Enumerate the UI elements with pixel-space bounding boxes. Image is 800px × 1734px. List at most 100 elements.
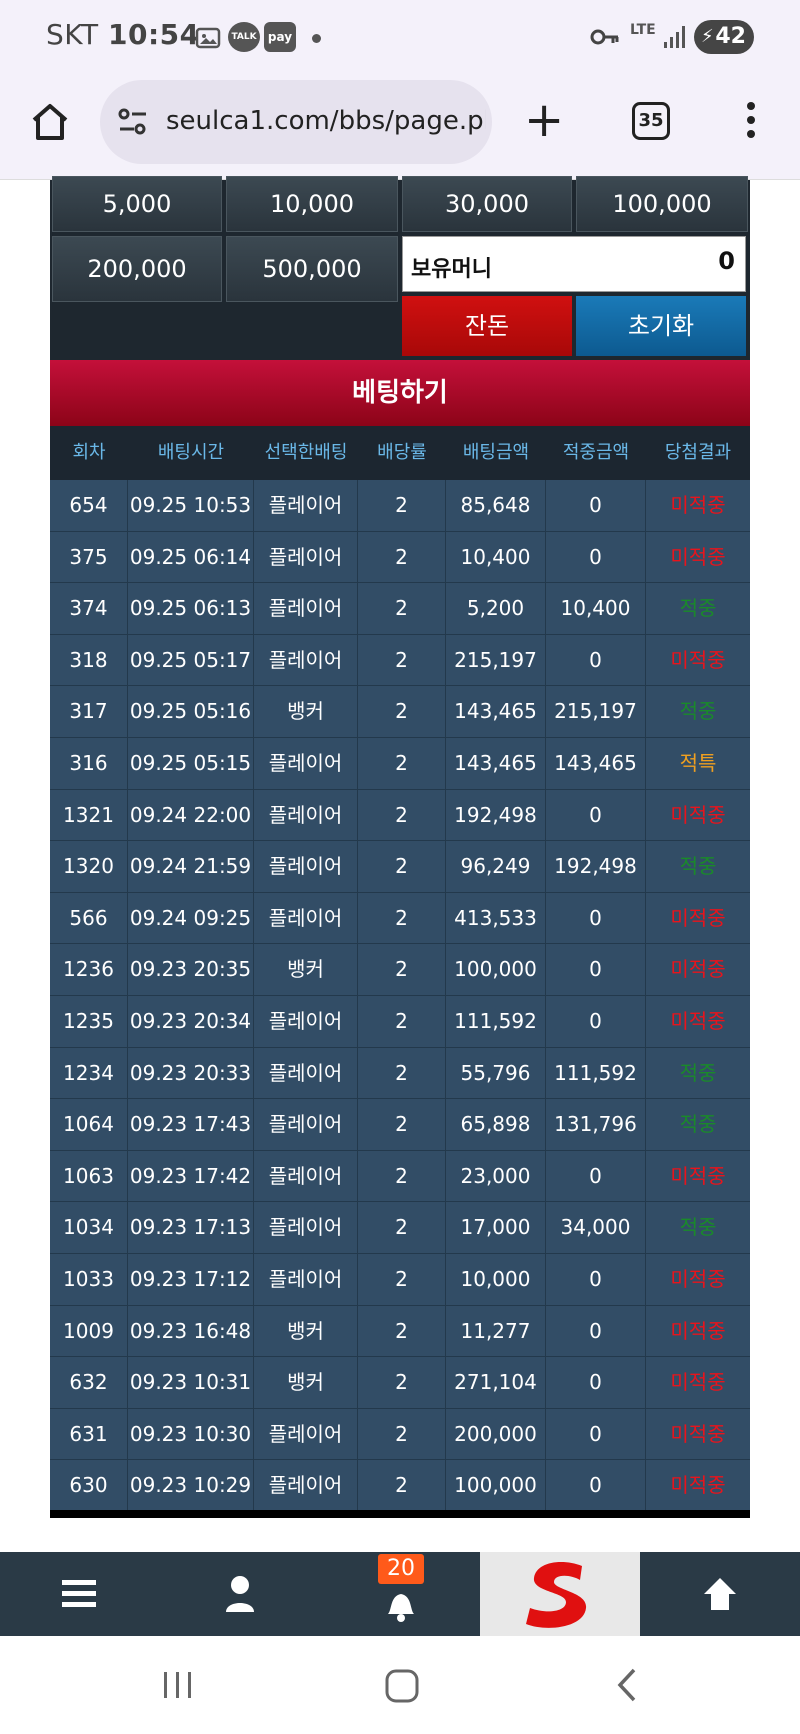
pick-cell: 플레이어 (254, 841, 358, 893)
result-cell: 미적중 (670, 1473, 726, 1498)
chip-200000[interactable]: 200,000 (52, 236, 222, 302)
time-cell: 09.25 05:16 (128, 686, 254, 738)
round-cell: 566 (50, 892, 128, 945)
amount-cell: 5,200 (446, 583, 546, 635)
time-cell: 09.23 17:13 (128, 1202, 254, 1254)
result-cell: 미적중 (670, 957, 726, 982)
arrow-up-icon[interactable] (700, 1574, 740, 1614)
time-cell: 09.24 22:00 (128, 789, 254, 842)
result-cell: 적특 (679, 750, 717, 775)
table-row: 1321 09.24 22:00 플레이어 2 192,498 0 미적중 (50, 789, 750, 842)
amount-cell: 85,648 (446, 480, 546, 532)
url-text[interactable]: seulca1.com/bbs/page.ph (166, 106, 486, 136)
gallery-icon (195, 27, 221, 49)
amount-cell: 215,197 (446, 634, 546, 687)
bet-button[interactable]: 베팅하기 (50, 360, 750, 426)
round-cell: 630 (50, 1460, 128, 1512)
amount-cell: 100,000 (446, 944, 546, 996)
result-cell: 미적중 (670, 802, 726, 827)
odds-cell: 2 (358, 737, 446, 790)
win-cell: 111,592 (546, 1047, 646, 1100)
round-cell: 1321 (50, 789, 128, 842)
pick-cell: 뱅커 (254, 1305, 358, 1358)
tab-count: 35 (638, 110, 664, 131)
site-logo[interactable] (480, 1552, 640, 1636)
win-cell: 0 (546, 1357, 646, 1409)
table-row: 566 09.24 09:25 플레이어 2 413,533 0 미적중 (50, 892, 750, 945)
battery-level: 42 (715, 24, 746, 49)
reset-button[interactable]: 초기화 (576, 296, 746, 356)
odds-cell: 2 (358, 1047, 446, 1100)
back-icon[interactable] (612, 1666, 642, 1704)
header-odds: 배당률 (377, 442, 427, 463)
time-cell: 09.23 10:31 (128, 1357, 254, 1409)
more-icon[interactable] (746, 102, 756, 144)
notification-badge: 20 (378, 1554, 424, 1584)
pick-cell: 플레이어 (254, 480, 358, 532)
chip-5000[interactable]: 5,000 (52, 176, 222, 232)
network-label: LTE (630, 22, 656, 38)
pick-cell: 플레이어 (254, 583, 358, 635)
new-tab-icon[interactable]: + (524, 96, 564, 144)
result-cell: 적중 (679, 1215, 717, 1240)
pick-cell: 뱅커 (254, 686, 358, 738)
round-cell: 1064 (50, 1099, 128, 1151)
bell-icon[interactable] (380, 1582, 422, 1624)
tabs-icon[interactable]: 35 (632, 102, 670, 140)
table-row: 1064 09.23 17:43 플레이어 2 65,898 131,796 적중 (50, 1099, 750, 1151)
pick-cell: 뱅커 (254, 944, 358, 996)
odds-cell: 2 (358, 1099, 446, 1151)
round-cell: 1234 (50, 1047, 128, 1100)
win-cell: 0 (546, 1305, 646, 1358)
time-cell: 09.23 10:29 (128, 1460, 254, 1512)
address-bar[interactable]: seulca1.com/bbs/page.ph (100, 80, 492, 164)
round-cell: 1063 (50, 1150, 128, 1203)
win-cell: 0 (546, 634, 646, 687)
odds-cell: 2 (358, 841, 446, 893)
user-icon[interactable] (224, 1574, 256, 1614)
clock: 10:54 (107, 18, 200, 51)
time-cell: 09.25 05:15 (128, 737, 254, 790)
pick-cell: 플레이어 (254, 892, 358, 945)
more-notifications-dot (312, 34, 321, 43)
table-row: 318 09.25 05:17 플레이어 2 215,197 0 미적중 (50, 634, 750, 687)
chip-10000[interactable]: 10,000 (226, 176, 398, 232)
odds-cell: 2 (358, 789, 446, 842)
pick-cell: 플레이어 (254, 789, 358, 842)
holding-money-value: 0 (718, 247, 735, 275)
win-cell: 10,400 (546, 583, 646, 635)
odds-cell: 2 (358, 1305, 446, 1358)
odds-cell: 2 (358, 1150, 446, 1203)
amount-cell: 55,796 (446, 1047, 546, 1100)
home-icon[interactable] (26, 98, 74, 146)
home-button-icon[interactable] (384, 1668, 420, 1704)
pick-cell: 플레이어 (254, 737, 358, 790)
recent-apps-icon[interactable] (160, 1668, 196, 1702)
time-cell: 09.24 21:59 (128, 841, 254, 893)
network-type: LTE (630, 22, 656, 38)
talk-label: TALK (231, 32, 257, 42)
pick-cell: 플레이어 (254, 1202, 358, 1254)
table-row: 631 09.23 10:30 플레이어 2 200,000 0 미적중 (50, 1408, 750, 1461)
round-cell: 318 (50, 634, 128, 687)
table-row: 375 09.25 06:14 플레이어 2 10,400 0 미적중 (50, 531, 750, 584)
pick-cell: 뱅커 (254, 1357, 358, 1409)
site-settings-icon[interactable] (116, 106, 150, 138)
result-cell: 적중 (679, 699, 717, 724)
chip-500000[interactable]: 500,000 (226, 236, 398, 302)
odds-cell: 2 (358, 1253, 446, 1306)
result-cell: 적중 (679, 854, 717, 879)
chip-100000[interactable]: 100,000 (576, 176, 748, 232)
change-button[interactable]: 잔돈 (402, 296, 572, 356)
menu-icon[interactable] (60, 1578, 98, 1610)
result-cell: 미적중 (670, 493, 726, 517)
time-cell: 09.25 06:14 (128, 531, 254, 584)
logo-s-mark (526, 1562, 587, 1628)
result-cell: 미적중 (670, 647, 726, 672)
odds-cell: 2 (358, 480, 446, 532)
chip-30000[interactable]: 30,000 (402, 176, 572, 232)
odds-cell: 2 (358, 1202, 446, 1254)
round-cell: 317 (50, 686, 128, 738)
pick-cell: 플레이어 (254, 995, 358, 1048)
win-cell: 0 (546, 1150, 646, 1203)
